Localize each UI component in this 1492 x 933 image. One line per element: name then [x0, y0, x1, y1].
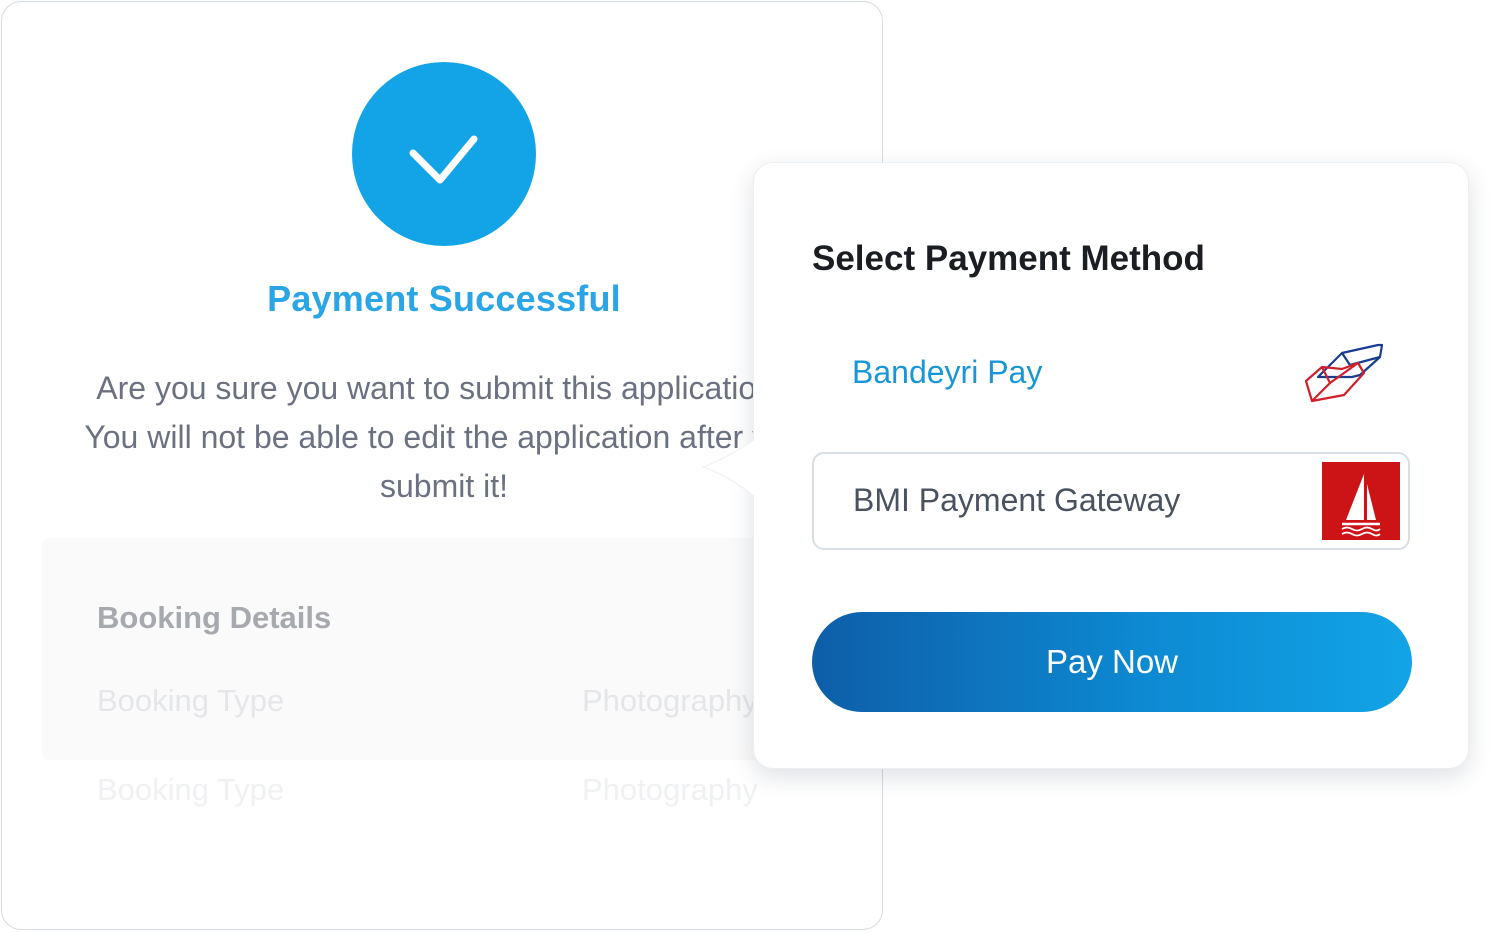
confirm-message-line-1: Are you sure you want to submit this app… — [96, 370, 792, 406]
booking-row-value: Photography — [582, 683, 758, 718]
payment-dialog-title: Select Payment Method — [812, 239, 1205, 278]
payment-option-bandeyri-pay[interactable]: Bandeyri Pay — [812, 325, 1410, 423]
payment-option-bmi-gateway[interactable]: BMI Payment Gateway — [812, 452, 1410, 550]
booking-details-panel — [42, 538, 846, 760]
payment-method-dialog: Select Payment Method Bandeyri Pay BMI P… — [753, 162, 1469, 769]
booking-row-label: Booking Type — [97, 683, 285, 718]
payment-option-label: Bandeyri Pay — [852, 354, 1043, 390]
booking-details-heading: Booking Details — [97, 600, 332, 635]
pay-now-button[interactable]: Pay Now — [812, 612, 1412, 712]
check-icon — [409, 135, 478, 184]
success-title: Payment Successful — [267, 278, 621, 319]
booking-row-value: Photography — [582, 772, 758, 807]
bmi-sail-icon — [1341, 474, 1381, 537]
bandeyri-logo-icon — [1304, 343, 1384, 403]
payment-option-label: BMI Payment Gateway — [853, 482, 1181, 518]
bmi-logo-icon — [1322, 462, 1400, 540]
success-check-badge — [352, 62, 536, 246]
booking-row-label: Booking Type — [97, 772, 285, 807]
popover-arrow — [701, 440, 755, 496]
